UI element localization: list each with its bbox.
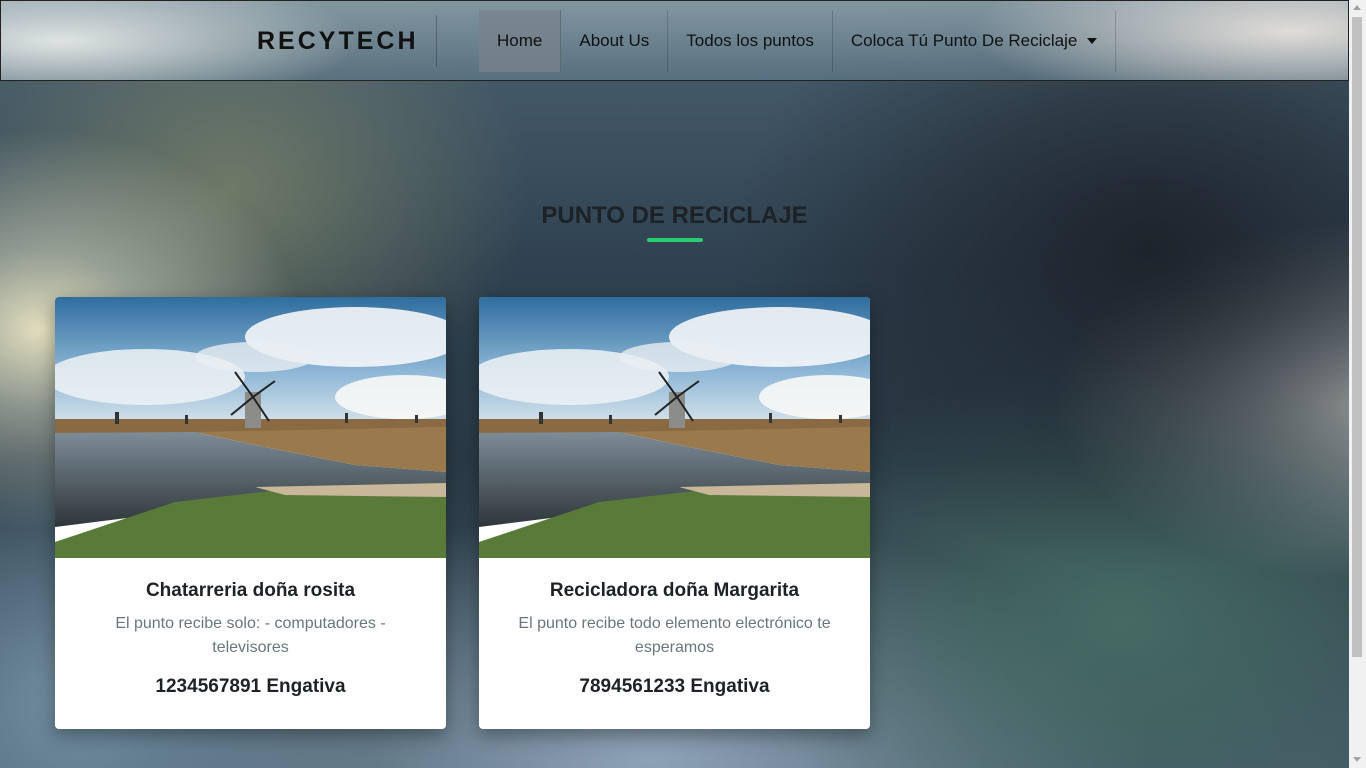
scrollbar-thumb[interactable] bbox=[1352, 17, 1362, 657]
nav-item-todos-los-puntos[interactable]: Todos los puntos bbox=[668, 10, 833, 72]
card-body: Chatarreria doña rosita El punto recibe … bbox=[55, 580, 446, 698]
nav-item-about-us[interactable]: About Us bbox=[561, 10, 669, 72]
card-body: Recicladora doña Margarita El punto reci… bbox=[479, 580, 870, 698]
section-title: PUNTO DE RECICLAJE bbox=[541, 202, 808, 229]
navbar: RECYTECH Home About Us Todos los puntos … bbox=[0, 0, 1349, 81]
caret-down-icon bbox=[1087, 38, 1098, 44]
brand-divider bbox=[436, 15, 437, 67]
vertical-scrollbar[interactable] bbox=[1349, 0, 1366, 768]
nav-item-label: Home bbox=[497, 31, 543, 50]
nav-item-label: Todos los puntos bbox=[686, 31, 814, 50]
brand-logo[interactable]: RECYTECH bbox=[257, 27, 419, 56]
card-title: Chatarreria doña rosita bbox=[145, 580, 356, 601]
scroll-down-arrow-icon[interactable] bbox=[1353, 757, 1361, 762]
recycling-point-card: Recicladora doña Margarita El punto reci… bbox=[479, 297, 870, 729]
nav-item-label: About Us bbox=[579, 31, 650, 50]
card-description: El punto recibe solo: - computadores - t… bbox=[115, 615, 386, 656]
title-underline bbox=[647, 238, 703, 242]
nav-item-coloca-punto-dropdown[interactable]: Coloca Tú Punto De Reciclaje bbox=[833, 10, 1117, 72]
recycling-point-card: Chatarreria doña rosita El punto recibe … bbox=[55, 297, 446, 729]
windmill-landscape-image bbox=[55, 297, 446, 558]
card-description: El punto recibe todo elemento electrónic… bbox=[518, 615, 831, 656]
card-title: Recicladora doña Margarita bbox=[549, 580, 800, 601]
nav-item-label: Coloca Tú Punto De Reciclaje bbox=[850, 31, 1078, 50]
nav-item-home[interactable]: Home bbox=[479, 10, 562, 72]
page: RECYTECH Home About Us Todos los puntos … bbox=[0, 0, 1349, 768]
scroll-up-arrow-icon[interactable] bbox=[1353, 5, 1361, 10]
card-contact: 1234567891 Engativa bbox=[155, 676, 346, 697]
nav-menu: Home About Us Todos los puntos Coloca Tú… bbox=[479, 10, 1117, 72]
card-contact: 7894561233 Engativa bbox=[579, 676, 770, 697]
windmill-landscape-image bbox=[479, 297, 870, 558]
